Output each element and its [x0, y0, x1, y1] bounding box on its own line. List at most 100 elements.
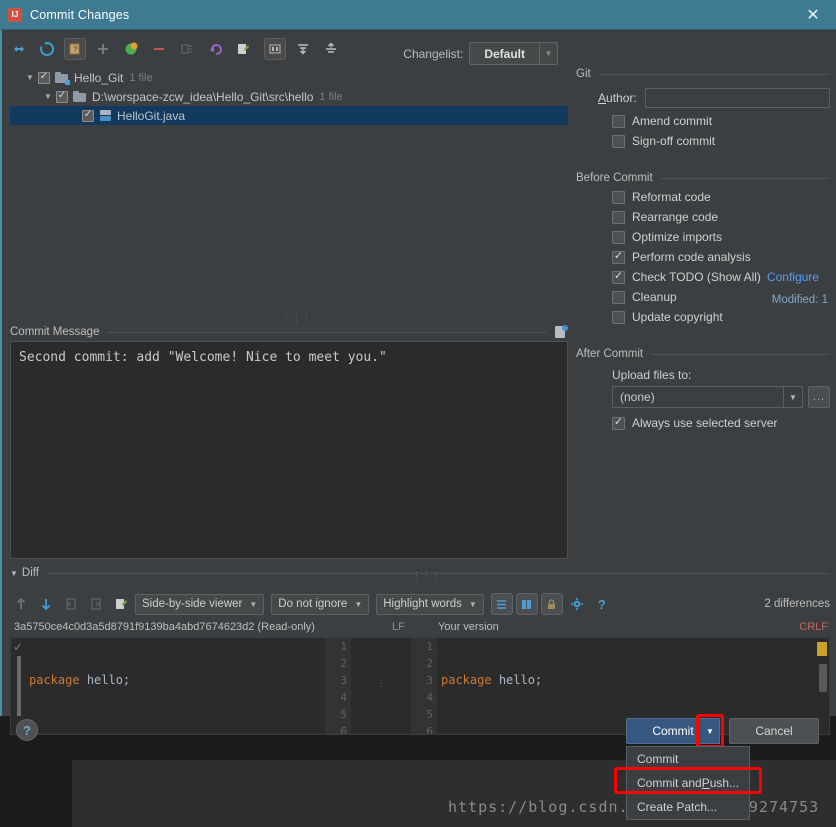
java-file-icon — [99, 109, 112, 122]
author-field[interactable] — [644, 88, 830, 108]
reformat-code-label: Reformat code — [632, 190, 711, 204]
update-copyright-checkbox[interactable]: Update copyright — [612, 310, 830, 324]
diff-left-code: package hello; /** * @description: 1.代码G… — [29, 638, 323, 734]
module-checkbox[interactable] — [38, 71, 50, 84]
reformat-code-checkbox[interactable]: Reformat code — [612, 190, 830, 204]
show-diff-icon[interactable] — [8, 38, 30, 60]
highlight-split-changes-icon[interactable] — [515, 593, 538, 615]
diff-left-pane[interactable]: ✓ package hello; /** * @description: 1.代… — [11, 638, 351, 734]
chevron-down-icon[interactable]: ▼ — [10, 569, 18, 578]
git-section-header: Git — [576, 68, 830, 80]
viewer-mode-combo[interactable]: Side-by-side viewer ▼ — [135, 593, 265, 615]
edit-source-icon[interactable] — [176, 38, 198, 60]
amend-commit-checkbox[interactable]: Amend commit — [612, 114, 830, 128]
tree-row-folder[interactable]: ▼ D:\worspace-zcw_idea\Hello_Git\src\hel… — [10, 87, 568, 106]
preview-diff-icon[interactable] — [264, 38, 286, 60]
upload-server-combo[interactable]: (none) ▼ — [612, 386, 803, 408]
chevron-down-icon[interactable]: ▼ — [42, 91, 54, 103]
refresh-icon[interactable] — [36, 38, 58, 60]
rollback-icon[interactable] — [204, 38, 226, 60]
menu-item-commit[interactable]: Commit — [627, 747, 749, 771]
rearrange-code-label: Rearrange code — [632, 210, 719, 224]
cleanup-checkbox[interactable]: Cleanup — [612, 290, 830, 304]
folder-checkbox[interactable] — [56, 90, 68, 103]
commit-dropdown-chevron-down-icon[interactable]: ▼ — [700, 718, 720, 744]
check-todo-checkbox[interactable]: Check TODO (Show All) Configure — [612, 270, 830, 284]
after-commit-header: After Commit — [576, 348, 830, 360]
left-line-separator[interactable]: LF — [392, 621, 405, 633]
ignore-mode-combo[interactable]: Do not ignore ▼ — [271, 593, 370, 615]
folder-icon — [73, 90, 87, 103]
cancel-button[interactable]: Cancel — [729, 718, 819, 744]
move-to-changelist-icon[interactable] — [120, 38, 142, 60]
perform-code-analysis-checkbox[interactable]: Perform code analysis — [612, 250, 830, 264]
status-ok-icon: ✓ — [13, 640, 24, 654]
diff-separator: ⋮ — [351, 638, 411, 734]
highlight-mode-combo[interactable]: Highlight words ▼ — [376, 593, 484, 615]
checkbox-box — [612, 250, 625, 264]
ignore-mode-value: Do not ignore — [278, 598, 348, 610]
read-only-lock-icon[interactable] — [540, 593, 563, 615]
new-changelist-icon[interactable] — [92, 38, 114, 60]
diff-pane-titles: 3a5750ce4c0d3a5d8791f9139ba4abd7674623d2… — [10, 620, 830, 636]
after-commit-title: After Commit — [576, 348, 644, 360]
collapse-all-icon[interactable] — [320, 38, 342, 60]
configure-todo-link[interactable]: Configure — [767, 270, 819, 284]
browse-servers-button[interactable]: ... — [808, 386, 830, 408]
right-line-separator[interactable]: CRLF — [799, 621, 828, 633]
commit-message-input[interactable]: Second commit: add "Welcome! Nice to mee… — [10, 341, 568, 559]
always-use-selected-server-checkbox[interactable]: Always use selected server — [612, 416, 830, 430]
close-icon[interactable]: ✕ — [790, 0, 836, 30]
commit-history-icon[interactable] — [554, 325, 568, 339]
checkbox-box — [612, 114, 625, 128]
accept-right-icon[interactable] — [85, 593, 107, 615]
tree-row-module[interactable]: ▼ Hello_Git 1 file — [10, 68, 568, 87]
diff-toolbar: Side-by-side viewer ▼ Do not ignore ▼ Hi… — [10, 592, 830, 616]
right-revision-title: Your version — [438, 621, 499, 633]
changelist-combo[interactable]: Default ▼ — [469, 42, 558, 65]
diff-settings-gear-icon[interactable] — [566, 593, 588, 615]
next-difference-icon[interactable] — [35, 593, 57, 615]
splitter-grip[interactable]: ⋮⋮⋮ — [282, 313, 311, 323]
menu-item-create-patch[interactable]: Create Patch... — [627, 795, 749, 819]
delete-icon[interactable] — [148, 38, 170, 60]
divider — [651, 353, 830, 355]
accept-left-icon[interactable] — [60, 593, 82, 615]
diff-right-gutter: 123456 — [411, 638, 437, 734]
author-label: Author: — [598, 91, 637, 105]
chevron-down-icon: ▼ — [539, 43, 557, 64]
commit-message-header: Commit Message — [10, 325, 568, 339]
diff-scrollbar-thumb[interactable] — [819, 664, 827, 692]
upload-server-value: (none) — [620, 390, 655, 404]
collapse-unchanged-icon[interactable] — [490, 593, 513, 615]
divider — [660, 177, 830, 179]
expand-all-icon[interactable] — [292, 38, 314, 60]
chevron-down-icon[interactable]: ▼ — [24, 72, 36, 84]
previous-difference-icon[interactable] — [10, 593, 32, 615]
edit-source-icon[interactable] — [110, 593, 132, 615]
code-line: package hello; — [441, 673, 543, 687]
menu-item-commit-and-push[interactable]: Commit and Push... — [627, 771, 749, 795]
show-history-icon[interactable] — [232, 38, 254, 60]
changelist-label: Changelist: — [403, 46, 464, 61]
tree-row-file[interactable]: HelloGit.java — [10, 106, 568, 125]
diff-splitter-grip[interactable]: ⋮⋮⋮ — [412, 570, 442, 581]
commit-message-label: Commit Message — [10, 326, 100, 338]
checkbox-box — [612, 270, 625, 284]
commit-dropdown-menu[interactable]: Commit Commit and Push... Create Patch..… — [626, 746, 750, 820]
checkbox-box — [612, 210, 625, 224]
sign-off-commit-checkbox[interactable]: Sign-off commit — [612, 134, 830, 148]
changelist-value: Default — [484, 46, 525, 61]
rearrange-code-checkbox[interactable]: Rearrange code — [612, 210, 830, 224]
help-question-icon[interactable]: ? — [591, 593, 613, 615]
file-name: HelloGit.java — [117, 108, 186, 123]
changelist-selector: Changelist: Default ▼ — [403, 42, 558, 65]
optimize-imports-checkbox[interactable]: Optimize imports — [612, 230, 830, 244]
file-checkbox[interactable] — [82, 109, 94, 122]
group-by-directory-icon[interactable]: ? — [64, 38, 86, 60]
chevron-down-icon: ▼ — [249, 599, 258, 609]
error-stripe-marker[interactable] — [817, 642, 827, 656]
help-button[interactable]: ? — [16, 719, 38, 741]
changed-files-tree[interactable]: ▼ Hello_Git 1 file ▼ D:\worspace-zcw_ide… — [10, 68, 568, 313]
highlight-mode-value: Highlight words — [383, 598, 462, 610]
